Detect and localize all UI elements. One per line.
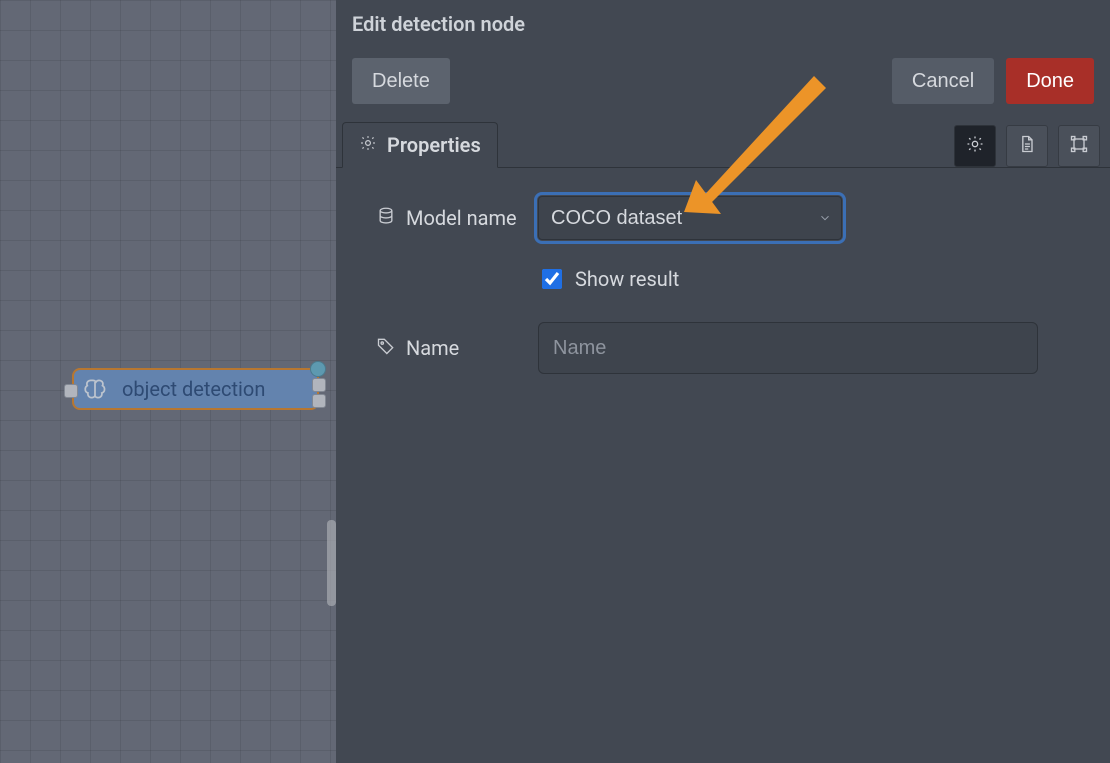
- model-name-select[interactable]: COCO dataset: [538, 196, 842, 240]
- bounding-box-icon: [1069, 134, 1089, 158]
- workspace-canvas[interactable]: object detection: [0, 0, 336, 763]
- node-port-out-2[interactable]: [312, 394, 326, 408]
- tab-properties-label: Properties: [387, 133, 481, 157]
- canvas-scrollbar[interactable]: [327, 520, 336, 606]
- edit-node-panel: Edit detection node Delete Cancel Done P…: [336, 0, 1110, 763]
- node-label: object detection: [116, 377, 265, 401]
- row-name: Name: [376, 322, 1080, 374]
- document-icon: [1017, 134, 1037, 158]
- database-icon: [376, 206, 396, 231]
- node-object-detection[interactable]: object detection: [72, 368, 319, 410]
- node-status-dot: [310, 361, 326, 377]
- cancel-button[interactable]: Cancel: [892, 58, 994, 104]
- show-result-checkbox[interactable]: [542, 269, 562, 289]
- name-input[interactable]: [538, 322, 1038, 374]
- tab-icon-doc[interactable]: [1006, 125, 1048, 167]
- label-show-result: Show result: [575, 267, 679, 291]
- delete-button[interactable]: Delete: [352, 58, 450, 104]
- panel-title-bar: Edit detection node: [336, 0, 1110, 48]
- panel-action-bar: Delete Cancel Done: [336, 48, 1110, 118]
- row-model-name: Model name COCO dataset: [376, 196, 1080, 240]
- row-show-result: Show result: [538, 266, 1080, 292]
- tab-icon-settings[interactable]: [954, 125, 996, 167]
- done-button[interactable]: Done: [1006, 58, 1094, 104]
- brain-icon: [74, 368, 116, 410]
- tag-icon: [376, 336, 396, 361]
- properties-form: Model name COCO dataset Show result: [336, 168, 1110, 406]
- gear-icon: [965, 134, 985, 158]
- gear-icon: [359, 133, 377, 157]
- label-name: Name: [406, 336, 459, 360]
- label-model-name: Model name: [406, 206, 517, 230]
- panel-tabs: Properties: [336, 118, 1110, 168]
- panel-title: Edit detection node: [352, 12, 525, 36]
- node-port-in[interactable]: [64, 384, 78, 398]
- node-port-out-1[interactable]: [312, 378, 326, 392]
- tab-properties[interactable]: Properties: [342, 122, 498, 168]
- tab-icon-layout[interactable]: [1058, 125, 1100, 167]
